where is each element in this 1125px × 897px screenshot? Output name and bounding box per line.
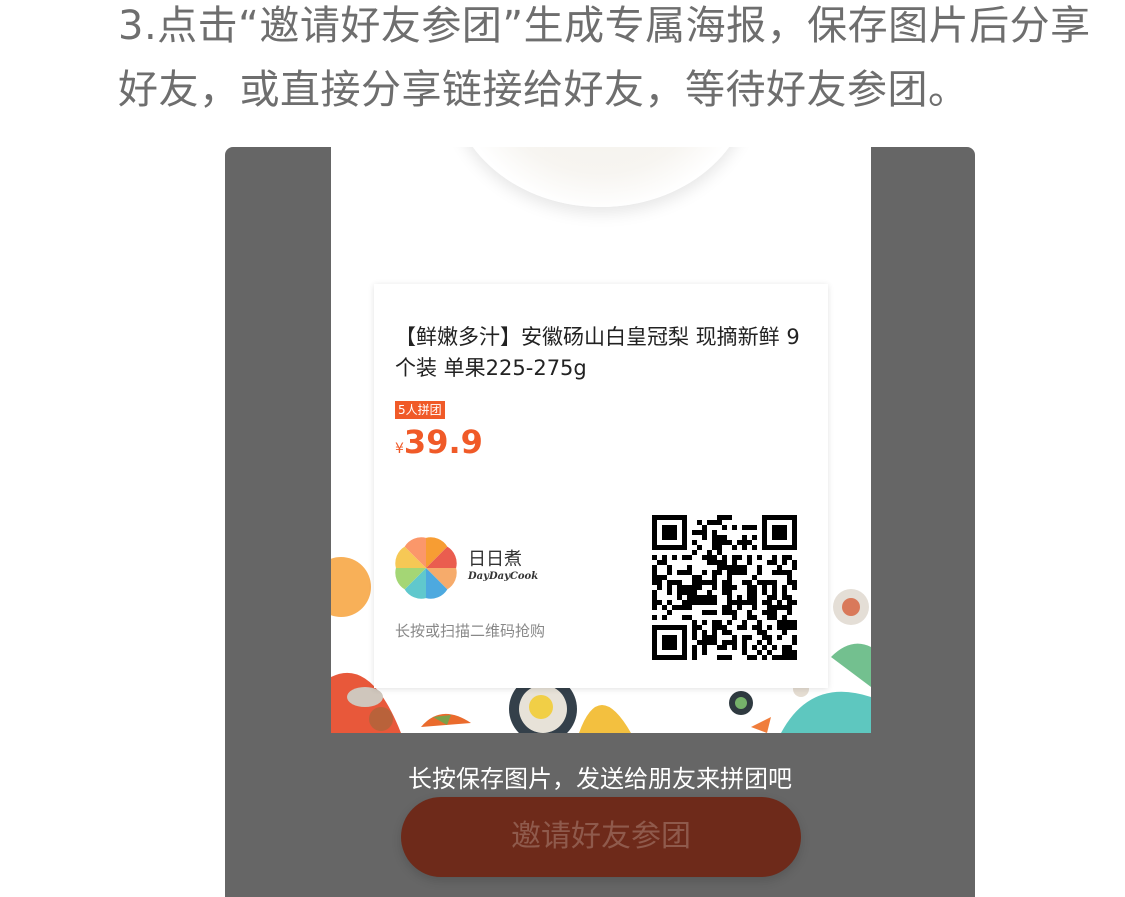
product-card: 【鲜嫩多汁】安徽砀山白皇冠梨 现摘新鲜 9个装 单果225-275g 5人拼团 … [374, 284, 828, 688]
price-value: 39.9 [403, 423, 483, 461]
share-poster-modal: 【鲜嫩多汁】安徽砀山白皇冠梨 现摘新鲜 9个装 单果225-275g 5人拼团 … [225, 147, 975, 897]
scan-hint: 长按或扫描二维码抢购 [395, 622, 546, 640]
food-plate-image [451, 147, 751, 207]
daydaycook-logo-icon [395, 537, 457, 599]
step-instruction: 3.点击“邀请好友参团”生成专属海报，保存图片后分享好友，或直接分享链接给好友，… [118, 3, 1091, 113]
price: ¥39.9 [395, 423, 483, 461]
product-title: 【鲜嫩多汁】安徽砀山白皇冠梨 现摘新鲜 9个装 单果225-275g [395, 325, 800, 380]
share-poster[interactable]: 【鲜嫩多汁】安徽砀山白皇冠梨 现摘新鲜 9个装 单果225-275g 5人拼团 … [331, 147, 871, 733]
save-image-tip: 长按保存图片，发送给朋友来拼团吧 [408, 765, 792, 793]
invite-friends-button[interactable]: 邀请好友参团 [401, 797, 801, 877]
brand-name: 日日煮 [468, 549, 522, 570]
currency-symbol: ¥ [395, 441, 404, 457]
group-size-badge: 5人拼团 [395, 401, 445, 419]
qr-code-icon[interactable] [652, 515, 797, 660]
brand-subtitle: DayDayCook [468, 571, 539, 582]
